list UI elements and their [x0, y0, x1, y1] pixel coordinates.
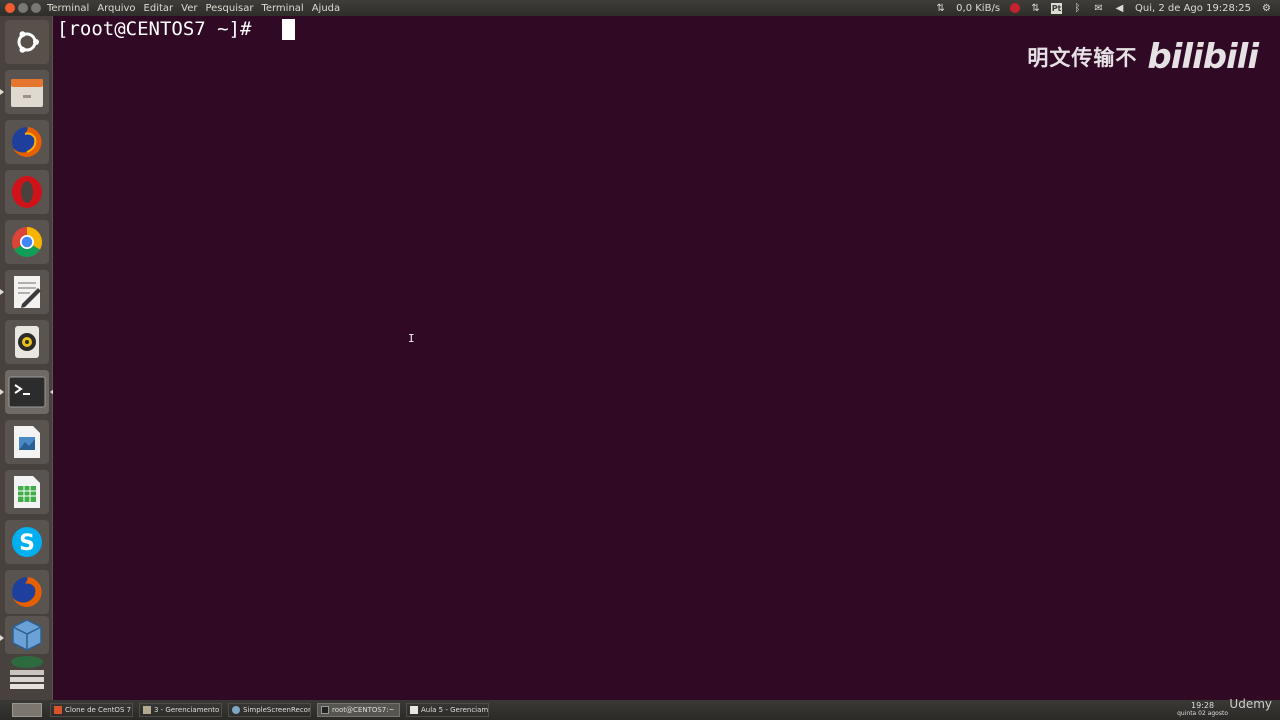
- chrome-icon: [12, 227, 43, 258]
- taskbar-item-label: Clone de CentOS 7 l...: [65, 706, 132, 714]
- watermark-text: 明文传输不: [1027, 46, 1138, 70]
- text-editor-icon: [14, 276, 41, 308]
- shell-prompt: [root@CENTOS7 ~]#: [57, 18, 263, 40]
- rhythmbox-icon: [15, 326, 39, 358]
- libreoffice-calc-launcher[interactable]: [5, 470, 49, 514]
- running-indicator: [0, 635, 4, 641]
- terminal-cursor: [282, 19, 295, 40]
- minimize-window-button[interactable]: [18, 3, 28, 13]
- taskbar-clock-date: quinta 02 agosto: [1177, 710, 1228, 717]
- mouse-ibeam-cursor: I: [408, 332, 415, 345]
- skype-launcher[interactable]: S: [5, 520, 49, 564]
- menu-ajuda[interactable]: Ajuda: [312, 3, 340, 14]
- virtualbox-icon: [12, 619, 42, 651]
- taskbar-item[interactable]: SimpleScreenRecor...: [228, 703, 311, 717]
- network-icon[interactable]: ⇅: [1030, 3, 1041, 14]
- network-speed[interactable]: 0,0 KiB/s: [956, 3, 1000, 14]
- taskbar-item-active[interactable]: root@CENTOS7:~: [317, 703, 400, 717]
- firefox-icon: [12, 577, 42, 607]
- files-icon: [11, 79, 43, 107]
- running-indicator: [0, 89, 4, 95]
- terminal-launcher[interactable]: [0, 370, 54, 414]
- text-editor-launcher[interactable]: [0, 270, 49, 314]
- virtualbox-launcher[interactable]: [0, 616, 49, 654]
- bottom-panel: Clone de CentOS 7 l... 3 - Gerenciamento…: [0, 697, 1280, 720]
- show-desktop-button[interactable]: [12, 703, 42, 717]
- ubuntu-dash-button[interactable]: [5, 20, 49, 64]
- stacked-windows-icon: [10, 656, 44, 689]
- taskbar-item[interactable]: Clone de CentOS 7 l...: [50, 703, 133, 717]
- svg-text:S: S: [19, 531, 35, 556]
- firefox-launcher-2[interactable]: [5, 570, 49, 614]
- top-panel: Terminal Arquivo Editar Ver Pesquisar Te…: [0, 0, 1280, 16]
- chrome-launcher[interactable]: [5, 220, 49, 264]
- running-indicator: [0, 289, 4, 295]
- record-icon[interactable]: [1010, 3, 1021, 13]
- menu-arquivo[interactable]: Arquivo: [97, 3, 135, 14]
- terminal-window[interactable]: [root@CENTOS7 ~]# I 明文传输不 bilibili: [53, 16, 1280, 700]
- opera-launcher[interactable]: [5, 170, 49, 214]
- gear-icon[interactable]: ⚙: [1261, 3, 1272, 14]
- menu-editar[interactable]: Editar: [144, 3, 174, 14]
- mail-icon[interactable]: ✉: [1093, 3, 1104, 14]
- volume-icon[interactable]: ◀: [1114, 3, 1125, 14]
- transfer-arrows-icon[interactable]: ⇅: [935, 3, 946, 14]
- indicator-area: ⇅ 0,0 KiB/s ⇅ Pt ᛒ ✉ ◀ Qui, 2 de Ago 19:…: [935, 0, 1272, 16]
- taskbar-item-label: SimpleScreenRecor...: [243, 706, 311, 714]
- menu-pesquisar[interactable]: Pesquisar: [205, 3, 253, 14]
- keyboard-layout-indicator[interactable]: Pt: [1051, 2, 1063, 14]
- running-indicator: [0, 389, 4, 395]
- menu-terminal[interactable]: Terminal: [261, 3, 303, 14]
- files-launcher[interactable]: [0, 70, 49, 114]
- stacked-windows-launcher[interactable]: [5, 656, 49, 696]
- clock[interactable]: Qui, 2 de Ago 19:28:25: [1135, 3, 1251, 14]
- launcher: S: [0, 16, 54, 700]
- window-controls: [5, 3, 41, 13]
- taskbar-item-label: Aula 5 - Gerenciame...: [421, 706, 489, 714]
- taskbar-item-label: 3 - Gerenciamento ...: [154, 706, 222, 714]
- taskbar-clock-time: 19:28: [1191, 701, 1215, 710]
- libreoffice-calc-icon: [14, 476, 40, 508]
- taskbar-item-label: root@CENTOS7:~: [332, 706, 395, 714]
- firefox-launcher[interactable]: [5, 120, 49, 164]
- window-app-icon: [54, 706, 62, 714]
- terminal-icon: [8, 376, 46, 408]
- firefox-icon: [12, 127, 42, 157]
- taskbar-item[interactable]: Aula 5 - Gerenciame...: [406, 703, 489, 717]
- window-app-icon: [321, 706, 329, 714]
- close-window-button[interactable]: [5, 3, 15, 13]
- udemy-watermark: Udemy: [1229, 697, 1272, 711]
- window-app-icon: [143, 706, 151, 714]
- bluetooth-icon[interactable]: ᛒ: [1072, 3, 1083, 14]
- menubar: Terminal Arquivo Editar Ver Pesquisar Te…: [47, 3, 340, 14]
- menu-terminal-app[interactable]: Terminal: [47, 3, 89, 14]
- menu-ver[interactable]: Ver: [181, 3, 197, 14]
- window-app-icon: [232, 706, 240, 714]
- taskbar-clock[interactable]: 19:28 quinta 02 agosto: [1177, 702, 1228, 718]
- skype-icon: S: [12, 527, 42, 557]
- ubuntu-dash-icon: [17, 31, 39, 53]
- rhythmbox-launcher[interactable]: [5, 320, 49, 364]
- window-app-icon: [410, 706, 418, 714]
- libreoffice-impress-icon: [14, 426, 40, 458]
- bilibili-logo: bilibili: [1147, 37, 1259, 77]
- maximize-window-button[interactable]: [31, 3, 41, 13]
- libreoffice-impress-launcher[interactable]: [5, 420, 49, 464]
- opera-icon: [12, 176, 42, 208]
- taskbar-item[interactable]: 3 - Gerenciamento ...: [139, 703, 222, 717]
- video-watermark: 明文传输不 bilibili: [1027, 37, 1259, 77]
